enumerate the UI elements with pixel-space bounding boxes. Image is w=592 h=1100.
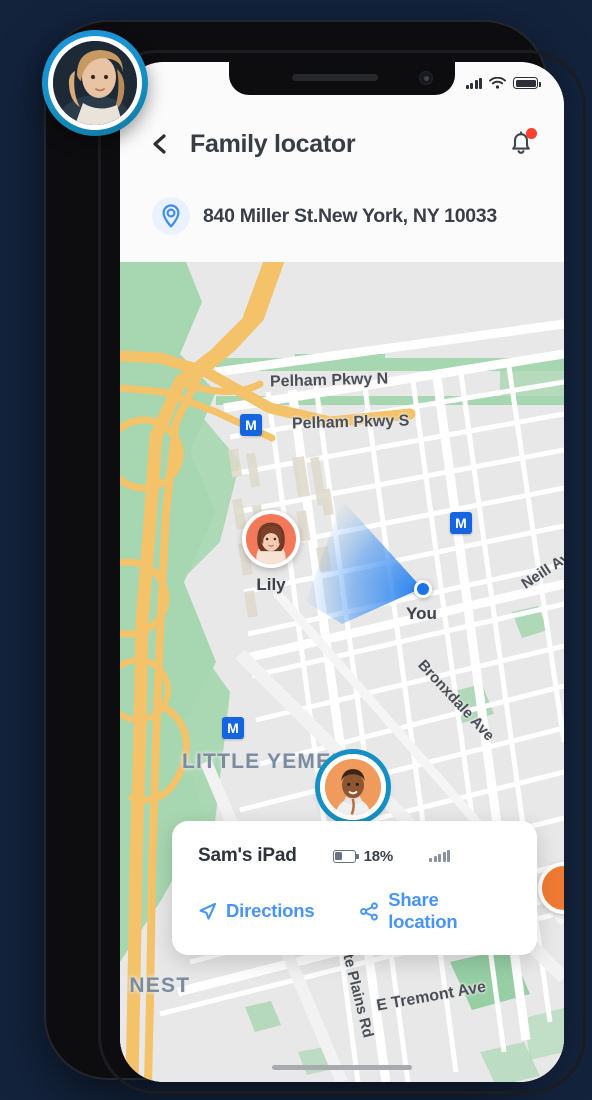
avatar[interactable] (320, 754, 386, 820)
subway-badge-icon[interactable]: M (450, 512, 472, 534)
self-location-label: You (406, 604, 437, 623)
back-chevron-icon (153, 134, 166, 154)
profile-avatar-image (53, 41, 137, 125)
device-info-row: Sam's iPad 18% (198, 845, 511, 867)
map-neighborhood-label: VAN NEST (120, 974, 191, 997)
cellular-signal-icon (465, 77, 482, 89)
wifi-icon (489, 77, 506, 89)
phone-screen: Pelham Pkwy N Pelham Pkwy S Neill Ave Br… (120, 62, 564, 1082)
subway-badge-icon[interactable]: M (222, 717, 244, 739)
card-actions: Directions Share location (198, 889, 511, 933)
person-marker-label: Lily (256, 575, 286, 594)
address-text: 840 Miller St.New York, NY 10033 (203, 204, 497, 227)
share-location-button[interactable]: Share location (360, 889, 511, 933)
map-canvas[interactable]: Pelham Pkwy N Pelham Pkwy S Neill Ave Br… (120, 262, 564, 1082)
subway-badge-icon[interactable]: M (240, 414, 262, 436)
title-row: Family locator (120, 120, 564, 168)
avatar (48, 36, 142, 130)
self-location-dot[interactable] (414, 580, 432, 598)
person-marker-lily[interactable]: Lily (242, 510, 300, 595)
avatar[interactable] (242, 510, 300, 568)
notification-badge-dot (526, 128, 537, 139)
phone-notch (229, 62, 455, 95)
back-button[interactable] (142, 127, 176, 161)
directions-button[interactable]: Directions (198, 900, 315, 922)
home-indicator[interactable] (272, 1065, 412, 1070)
map-pin-glyph (162, 204, 180, 228)
profile-avatar[interactable] (42, 30, 148, 136)
map-pin-icon (152, 197, 190, 235)
sam-avatar-image (325, 759, 381, 815)
navigation-arrow-icon (199, 902, 217, 920)
screenshot-stage: Pelham Pkwy N Pelham Pkwy S Neill Ave Br… (0, 0, 592, 1100)
device-info-card[interactable]: Sam's iPad 18% Directions Share location (172, 821, 537, 955)
front-camera (419, 71, 433, 85)
battery-low-icon (332, 849, 359, 863)
device-name: Sam's iPad (198, 845, 297, 866)
signal-bars-icon (429, 850, 451, 862)
lily-avatar-image (246, 514, 296, 564)
page-title: Family locator (190, 129, 356, 158)
share-icon (360, 901, 379, 921)
share-location-label: Share location (388, 889, 458, 932)
notifications-button[interactable] (504, 127, 538, 161)
battery-icon (513, 77, 541, 89)
map-vector (120, 262, 564, 1082)
battery-percent: 18% (363, 847, 394, 865)
directions-label: Directions (226, 900, 315, 921)
address-row[interactable]: 840 Miller St.New York, NY 10033 (120, 192, 564, 240)
phone-frame: Pelham Pkwy N Pelham Pkwy S Neill Ave Br… (46, 22, 586, 1094)
speaker-grille (292, 74, 379, 81)
battery-status: 18% (332, 847, 394, 865)
